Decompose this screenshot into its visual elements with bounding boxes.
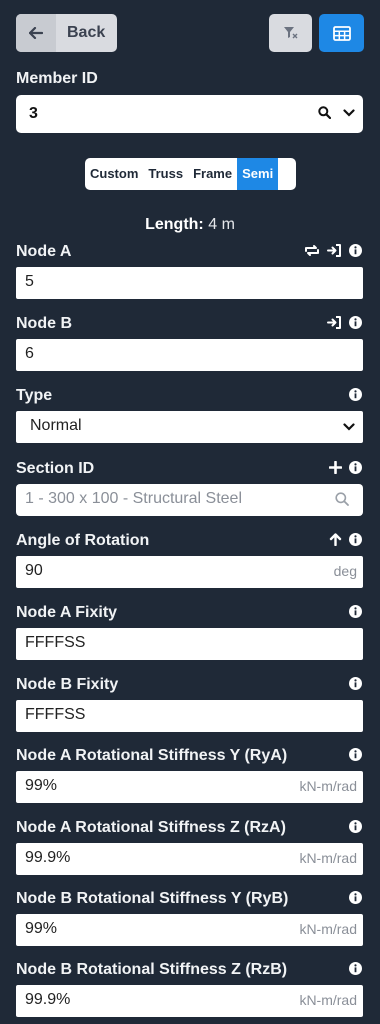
plus-icon[interactable] [329,461,342,474]
toolbar: Back [16,14,364,52]
type-label-row: Type [16,387,364,407]
rzb-label: Node B Rotational Stiffness Z (RzB) [16,961,288,978]
info-icon[interactable] [349,316,362,329]
rya-label: Node A Rotational Stiffness Y (RyA) [16,747,288,764]
member-id-value: 3 [29,105,38,122]
swap-icon[interactable] [304,244,320,257]
info-icon[interactable] [349,891,362,904]
member-id-label: Member ID [16,70,98,87]
mode-custom[interactable]: Custom [85,158,143,190]
section-id-placeholder: 1 - 300 x 100 - Structural Steel [25,490,242,507]
member-type-toggle: Custom Truss Frame Semi [85,158,296,190]
info-icon[interactable] [349,244,362,257]
section-id-search[interactable]: 1 - 300 x 100 - Structural Steel [16,484,363,516]
info-icon[interactable] [349,820,362,833]
section-id-label-row: Section ID [16,460,364,480]
chevron-down-icon[interactable] [343,108,355,117]
node-b-label: Node B [16,315,72,332]
clear-filter-icon [283,26,299,40]
node-b-fixity-label: Node B Fixity [16,676,119,693]
node-a-fixity-input[interactable]: FFFFSS [16,628,363,660]
rya-input[interactable]: 99% kN-m/rad [16,771,363,803]
ryb-label: Node B Rotational Stiffness Y (RyB) [16,890,289,907]
node-b-label-row: Node B [16,315,364,335]
rzb-unit: kN-m/rad [299,992,357,1008]
node-a-fixity-label: Node A Fixity [16,604,118,621]
rza-label-row: Node A Rotational Stiffness Z (RzA) [16,819,364,839]
select-node-icon[interactable] [327,316,342,329]
node-a-value: 5 [25,273,34,290]
rza-unit: kN-m/rad [299,850,357,866]
node-a-fixity-value: FFFFSS [25,634,86,651]
node-b-fixity-label-row: Node B Fixity [16,676,364,696]
length-value: 4 m [208,216,235,233]
select-node-icon[interactable] [327,244,342,257]
chevron-down-icon [343,419,355,431]
node-a-fixity-label-row: Node A Fixity [16,604,364,624]
info-icon[interactable] [349,677,362,690]
clear-filter-button[interactable] [269,14,312,52]
mode-truss[interactable]: Truss [143,158,188,190]
table-icon [332,25,351,41]
search-icon [335,492,349,506]
rotation-value: 90 [25,562,43,579]
node-a-input[interactable]: 5 [16,267,363,299]
type-value: Normal [30,417,82,434]
info-icon[interactable] [349,962,362,975]
arrow-left-icon [16,14,56,52]
type-label: Type [16,387,53,404]
ryb-unit: kN-m/rad [299,921,357,937]
info-icon[interactable] [349,388,362,401]
mode-frame[interactable]: Frame [188,158,237,190]
length-label: Length: [145,216,204,233]
section-id-label: Section ID [16,460,95,477]
node-a-label-row: Node A [16,243,364,263]
rzb-label-row: Node B Rotational Stiffness Z (RzB) [16,961,364,981]
type-select[interactable]: Normal [16,411,363,443]
node-b-input[interactable]: 6 [16,339,363,371]
back-label: Back [67,24,106,41]
node-b-fixity-value: FFFFSS [25,706,86,723]
back-button[interactable]: Back [16,14,117,52]
info-icon[interactable] [349,461,362,474]
rya-unit: kN-m/rad [299,778,357,794]
rya-value: 99% [25,777,58,794]
rzb-input[interactable]: 99.9% kN-m/rad [16,985,363,1017]
member-id-select[interactable]: 3 [16,95,363,133]
ryb-label-row: Node B Rotational Stiffness Y (RyB) [16,890,364,910]
mode-semi[interactable]: Semi [237,158,279,190]
rza-label: Node A Rotational Stiffness Z (RzA) [16,819,286,836]
ryb-value: 99% [25,920,58,937]
rza-value: 99.9% [25,849,71,866]
table-view-button[interactable] [319,14,364,52]
member-length: Length: 4 m [0,216,380,234]
rotation-label-row: Angle of Rotation [16,532,364,552]
rzb-value: 99.9% [25,991,71,1008]
rotation-label: Angle of Rotation [16,532,150,549]
rza-input[interactable]: 99.9% kN-m/rad [16,843,363,875]
info-icon[interactable] [349,533,362,546]
search-icon[interactable] [318,106,331,119]
node-a-label: Node A [16,243,72,260]
rotation-unit: deg [333,563,357,579]
arrow-up-icon[interactable] [329,533,342,546]
rotation-input[interactable]: 90 deg [16,556,363,588]
node-b-value: 6 [25,345,34,362]
info-icon[interactable] [349,605,362,618]
info-icon[interactable] [349,748,362,761]
ryb-input[interactable]: 99% kN-m/rad [16,914,363,946]
rya-label-row: Node A Rotational Stiffness Y (RyA) [16,747,364,767]
node-b-fixity-input[interactable]: FFFFSS [16,700,363,732]
